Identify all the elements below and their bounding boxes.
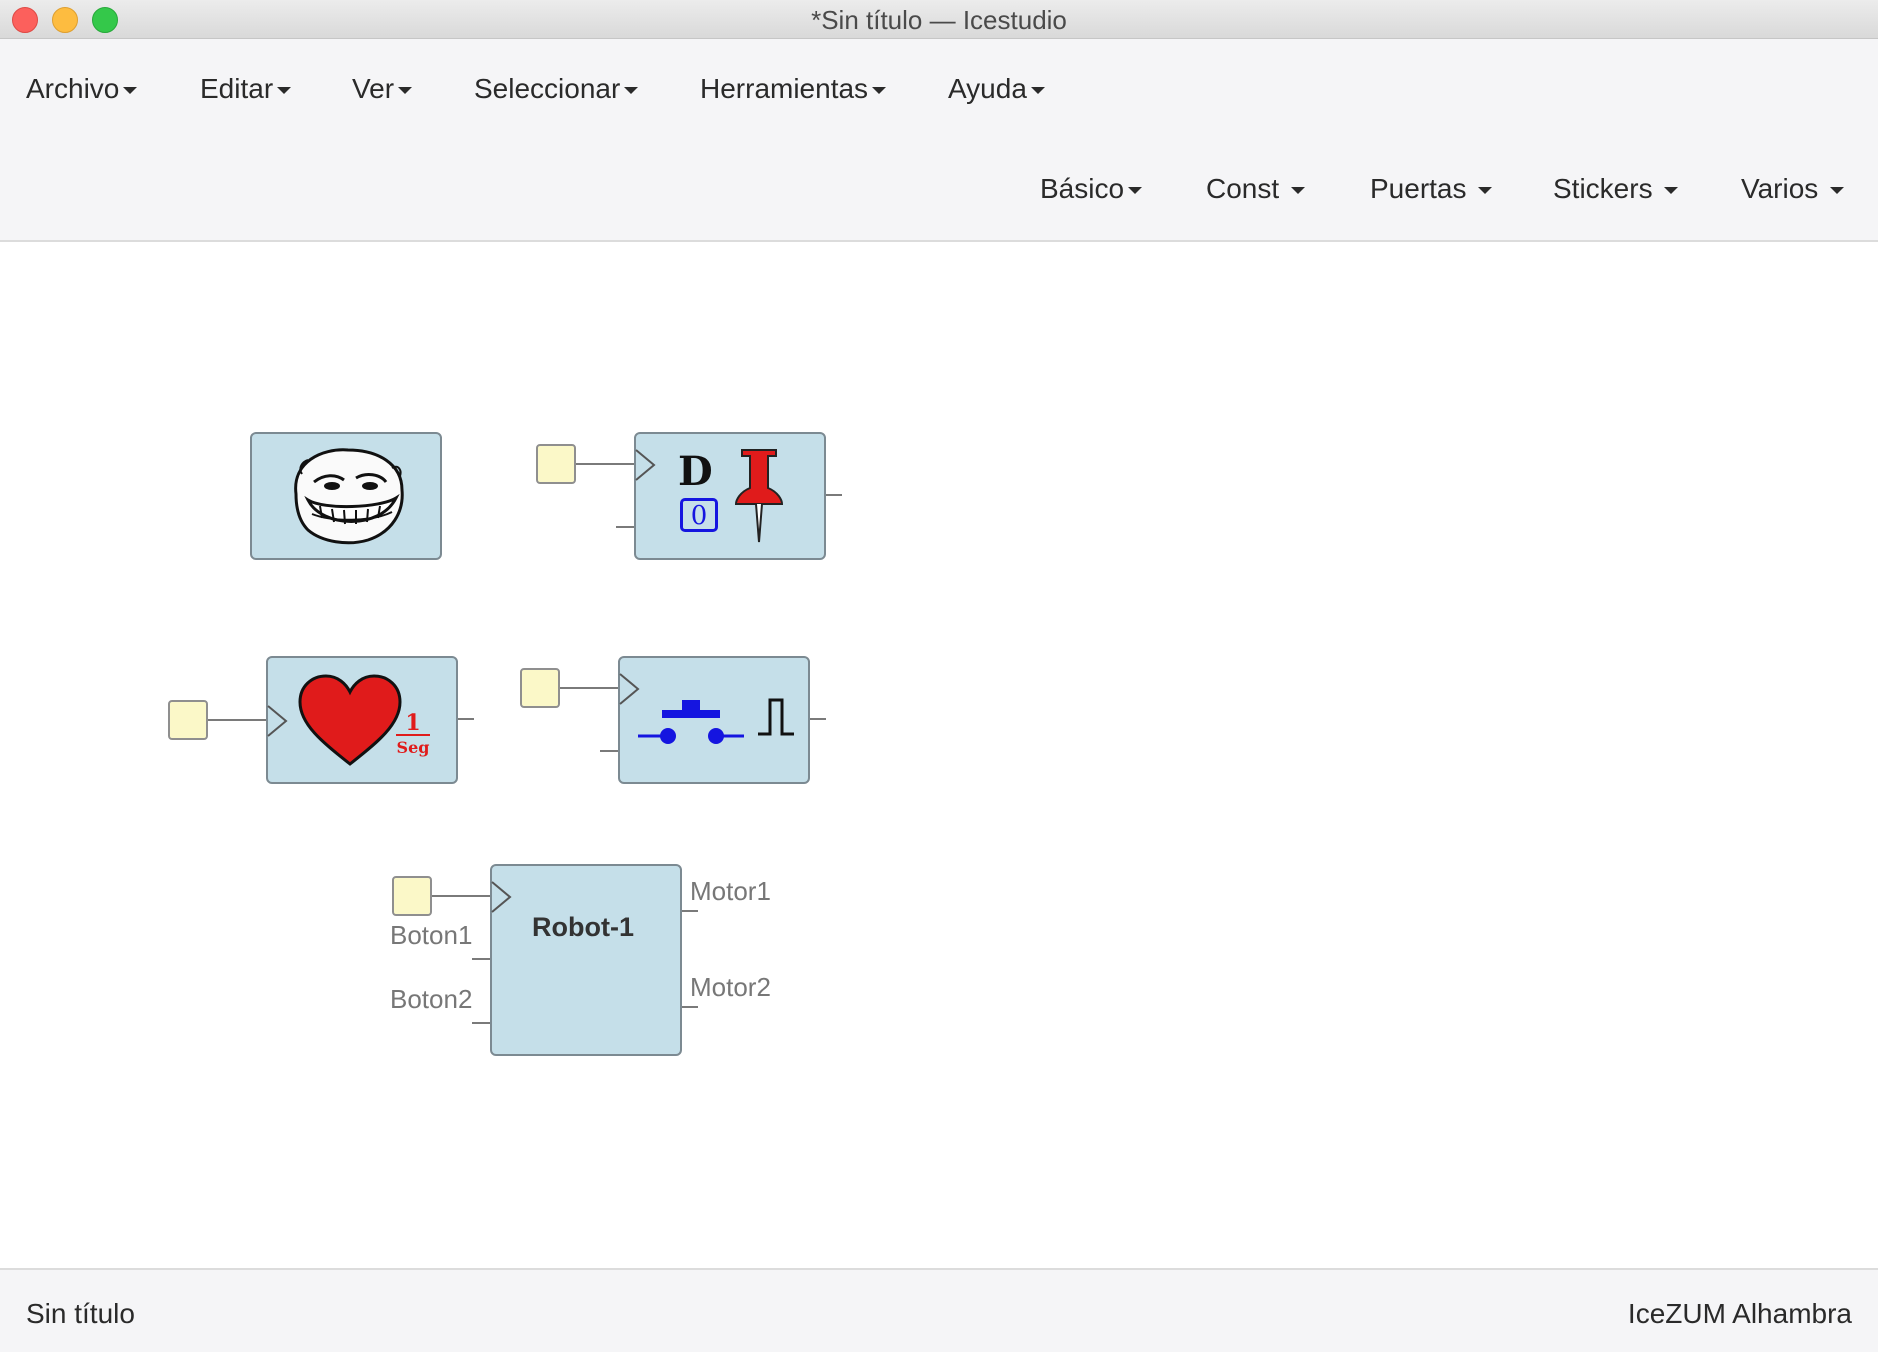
caret-down-icon xyxy=(872,87,887,95)
menu-label: Editar xyxy=(200,73,274,104)
caret-down-icon xyxy=(624,87,639,95)
input-stub xyxy=(472,958,490,960)
port-label-boton2: Boton2 xyxy=(390,984,473,1014)
menu-editar[interactable]: Editar xyxy=(200,73,292,105)
menu-const[interactable]: Const xyxy=(1206,173,1305,205)
block-button-pulse[interactable] xyxy=(618,656,810,784)
pulse-icon xyxy=(758,698,794,736)
port-label-motor1: Motor1 xyxy=(690,876,771,906)
menu-label: Seleccionar xyxy=(474,73,621,104)
menu-label: Puertas xyxy=(1370,173,1467,204)
menu-bar: Archivo Editar Ver Seleccionar Herramien… xyxy=(0,39,1878,242)
output-stub xyxy=(458,718,474,720)
menu-ver[interactable]: Ver xyxy=(352,73,413,105)
menu-label: Ver xyxy=(352,73,395,104)
caret-down-icon xyxy=(1478,187,1493,195)
menu-label: Stickers xyxy=(1553,173,1653,204)
menu-label: Ayuda xyxy=(948,73,1027,104)
block-robot[interactable]: Robot-1 xyxy=(490,864,682,1056)
input-stub xyxy=(616,526,634,528)
caret-down-icon xyxy=(277,87,292,95)
caret-down-icon xyxy=(1030,87,1045,95)
block-d-flipflop-pin[interactable]: D 0 xyxy=(634,432,826,560)
clock-input-icon xyxy=(635,449,656,481)
block-troll-face[interactable] xyxy=(250,432,442,560)
caret-down-icon xyxy=(1290,187,1305,195)
caret-down-icon xyxy=(1128,187,1143,195)
menu-ayuda[interactable]: Ayuda xyxy=(948,73,1045,105)
status-file-name: Sin título xyxy=(26,1298,135,1329)
menu-basico[interactable]: Básico xyxy=(1040,173,1143,205)
menu-label: Archivo xyxy=(26,73,120,104)
caret-down-icon xyxy=(398,87,413,95)
menu-archivo[interactable]: Archivo xyxy=(26,73,138,105)
initial-value-box: 0 xyxy=(680,498,718,532)
frequency-unit: Seg xyxy=(396,738,430,757)
input-stub xyxy=(600,750,618,752)
output-stub xyxy=(826,494,842,496)
menu-herramientas[interactable]: Herramientas xyxy=(700,73,887,105)
output-stub xyxy=(682,910,698,912)
wire xyxy=(560,687,620,689)
menu-seleccionar[interactable]: Seleccionar xyxy=(474,73,639,105)
frequency-numerator: 1 xyxy=(396,712,430,736)
window-title: *Sin título — Icestudio xyxy=(811,5,1067,35)
block-input-port[interactable] xyxy=(536,444,576,484)
design-canvas[interactable]: D 0 1 Seg Boton1 Boton2 Robot-1 Motor1 M… xyxy=(0,242,1878,1268)
pushpin-icon xyxy=(734,449,784,543)
menu-label: Herramientas xyxy=(700,73,869,104)
wire xyxy=(208,719,268,721)
menu-label: Const xyxy=(1206,173,1280,204)
status-board-name[interactable]: IceZUM Alhambra xyxy=(1628,1298,1852,1330)
input-stub xyxy=(472,1022,490,1024)
block-input-port[interactable] xyxy=(392,876,432,916)
app-window: *Sin título — Icestudio Archivo Editar V… xyxy=(0,0,1878,1352)
menu-stickers[interactable]: Stickers xyxy=(1553,173,1679,205)
block-input-port[interactable] xyxy=(520,668,560,708)
caret-down-icon xyxy=(123,87,138,95)
caret-down-icon xyxy=(1664,187,1679,195)
menu-label: Varios xyxy=(1741,173,1819,204)
block-input-port[interactable] xyxy=(168,700,208,740)
port-label-boton1: Boton1 xyxy=(390,920,473,950)
clock-input-icon xyxy=(491,881,512,913)
block-heartbeat[interactable]: 1 Seg xyxy=(266,656,458,784)
d-label: D xyxy=(678,448,713,495)
output-stub xyxy=(810,718,826,720)
clock-input-icon xyxy=(267,705,288,737)
wire xyxy=(432,895,492,897)
heart-icon xyxy=(298,674,402,766)
wire xyxy=(576,463,636,465)
menu-puertas[interactable]: Puertas xyxy=(1370,173,1493,205)
status-bar: Sin título IceZUM Alhambra xyxy=(0,1268,1878,1352)
menu-label: Básico xyxy=(1040,173,1125,204)
port-label-motor2: Motor2 xyxy=(690,972,771,1002)
title-bar: *Sin título — Icestudio xyxy=(0,0,1878,39)
push-button-icon xyxy=(638,700,744,744)
menu-varios[interactable]: Varios xyxy=(1741,173,1845,205)
output-stub xyxy=(682,1006,698,1008)
block-title: Robot-1 xyxy=(532,912,634,942)
troll-face-icon xyxy=(294,448,404,545)
caret-down-icon xyxy=(1830,187,1845,195)
